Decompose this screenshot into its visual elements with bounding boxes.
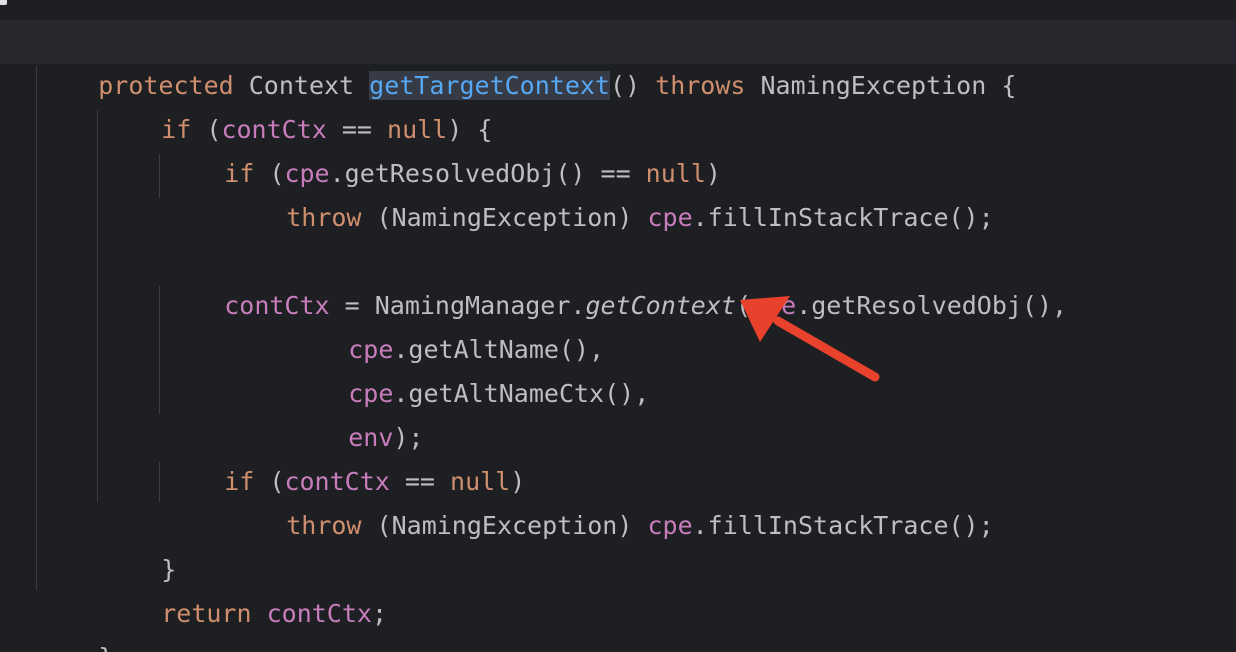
indent-guide — [36, 66, 37, 590]
keyword-throws: throws — [655, 71, 746, 100]
field-cpe: cpe — [647, 203, 693, 232]
closing-brace: } — [98, 643, 113, 652]
code-line[interactable]: } — [38, 592, 113, 652]
code-text: NamingException { — [745, 71, 1017, 100]
code-line[interactable]: if (cpe.getResolvedObj() == null) — [164, 108, 721, 188]
field-cpe: cpe — [647, 511, 693, 540]
code-editor[interactable]: protected Context getTargetContext() thr… — [0, 0, 1236, 652]
keyword-return: return — [161, 599, 252, 628]
indent-guide — [159, 462, 160, 502]
code-line-method-signature[interactable]: protected Context getTargetContext() thr… — [0, 20, 1236, 100]
code-line[interactable]: if (contCtx == null) { — [101, 64, 492, 144]
code-text: (NamingException) — [361, 511, 648, 540]
code-text: () — [609, 71, 656, 100]
code-line[interactable]: throw (NamingException) cpe.fillInStackT… — [226, 152, 993, 232]
code-text: .fillInStackTrace(); — [692, 511, 994, 540]
code-line[interactable]: if (contCtx == null) — [164, 416, 525, 496]
code-line[interactable]: } — [101, 504, 176, 584]
code-text: (NamingException) — [361, 203, 648, 232]
field-cpe: cpe — [751, 291, 797, 320]
code-line[interactable]: env); — [288, 372, 423, 452]
code-text: .getAltNameCtx(), — [393, 379, 650, 408]
keyword-throw: throw — [286, 511, 362, 540]
code-line[interactable]: return contCtx; — [101, 548, 387, 628]
indent-guide — [97, 110, 98, 502]
code-line[interactable]: throw (NamingException) cpe.fillInStackT… — [226, 460, 993, 540]
code-line[interactable]: cpe.getAltName(), — [288, 284, 604, 364]
code-line[interactable]: cpe.getAltNameCtx(), — [288, 328, 649, 408]
static-method-getContext: getContext — [585, 291, 736, 320]
indent-guide — [159, 154, 160, 198]
code-text: .getResolvedObj(), — [796, 291, 1068, 320]
code-text: .fillInStackTrace(); — [692, 203, 994, 232]
keyword-throw: throw — [286, 203, 362, 232]
fold-marker-icon — [0, 0, 7, 5]
code-text: ; — [371, 599, 388, 628]
indent-guide — [159, 286, 160, 414]
field-contCtx: contCtx — [266, 599, 372, 628]
code-text: ( — [735, 291, 752, 320]
code-line[interactable]: contCtx = NamingManager.getContext(cpe.g… — [164, 240, 1067, 320]
